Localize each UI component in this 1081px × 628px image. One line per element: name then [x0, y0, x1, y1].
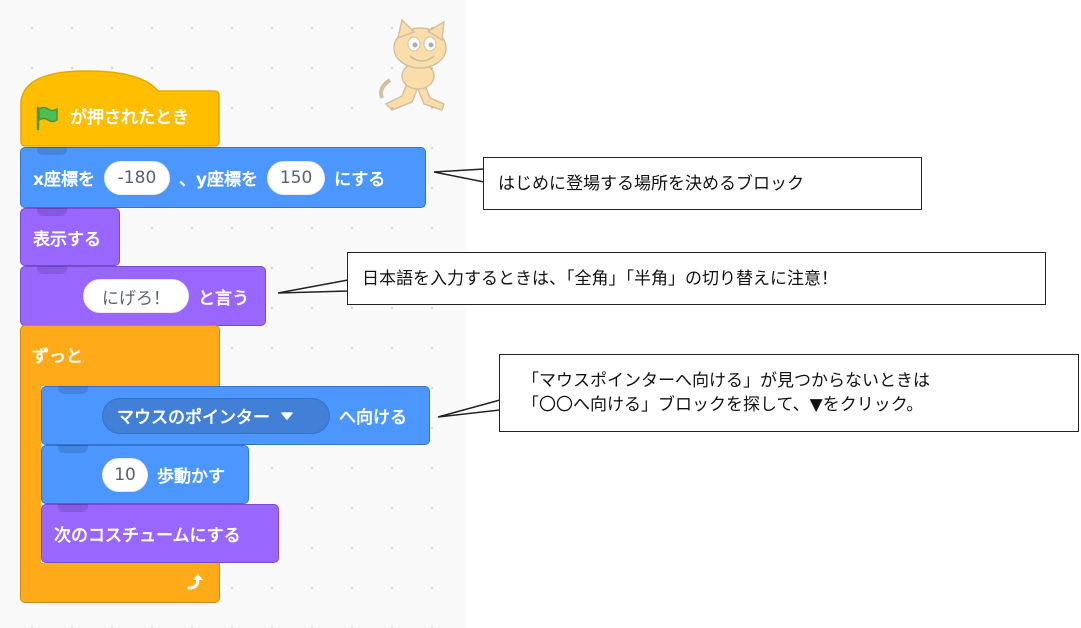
- callout-go-to-text: はじめに登場する場所を決めるブロック: [498, 173, 804, 194]
- callout-say-text: 日本語を入力するときは、「全角」「半角」の切り替えに注意！: [362, 268, 838, 289]
- callout-point-text-line2: 「〇〇へ向ける」ブロックを探して、▼をクリック。: [522, 395, 924, 415]
- callout-say-note: 日本語を入力するときは、「全角」「半角」の切り替えに注意！: [347, 252, 1046, 305]
- callout-tails: [277, 168, 502, 418]
- callout-point-note: 「マウスポインターへ向ける」が見つからないときは 「〇〇へ向ける」ブロックを探し…: [499, 354, 1079, 432]
- callout-point-text-line1: 「マウスポインターへ向ける」が見つからないときは: [522, 371, 930, 391]
- callout-go-to-note: はじめに登場する場所を決めるブロック: [483, 157, 922, 210]
